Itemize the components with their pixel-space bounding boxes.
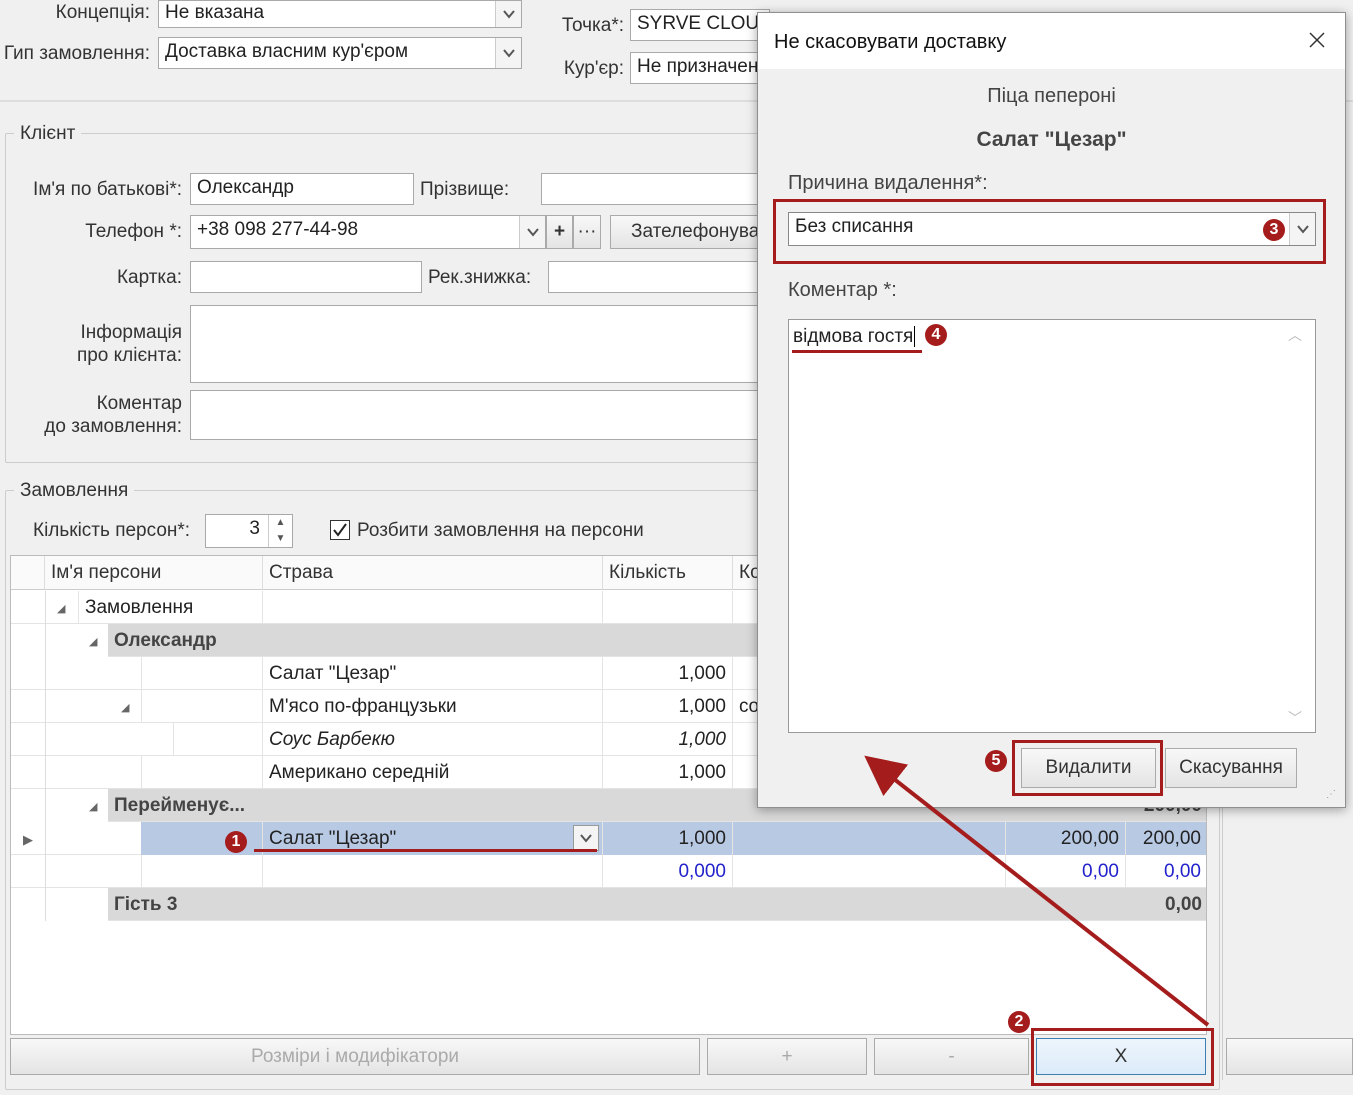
annotation-arrow xyxy=(864,755,1210,1027)
